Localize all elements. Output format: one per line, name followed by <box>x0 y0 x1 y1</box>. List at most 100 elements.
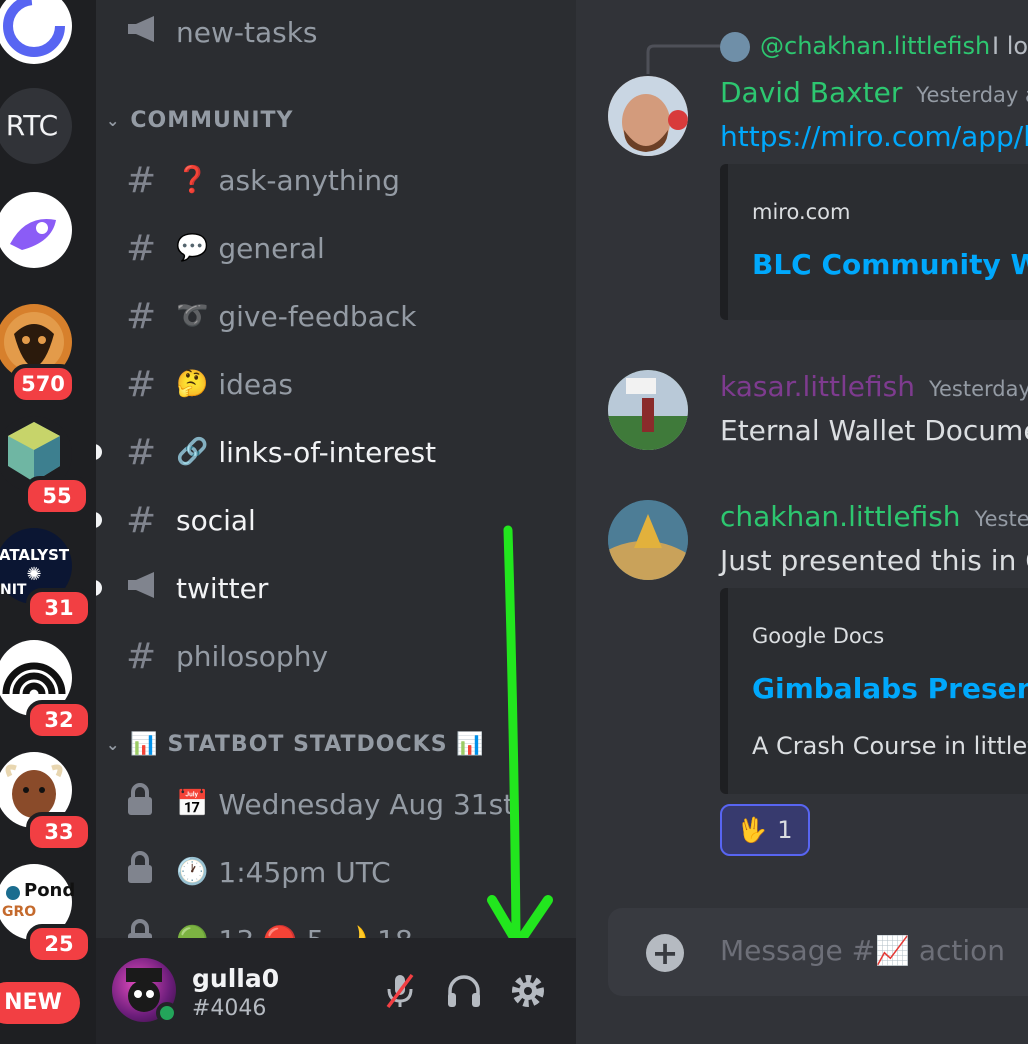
channel-general[interactable]: # 💬 general <box>126 220 325 276</box>
hash-icon: # <box>126 363 157 405</box>
channel-stat-time[interactable]: 🕐 1:45pm UTC <box>126 844 391 900</box>
message-composer[interactable]: + Message #📈 action <box>608 908 1028 996</box>
lock-icon <box>126 782 166 826</box>
channel-name: give-feedback <box>218 299 417 333</box>
message-link[interactable]: https://miro.com/app/b <box>720 120 1028 153</box>
channel-ask-anything[interactable]: # ❓ ask-anything <box>126 152 400 208</box>
category-label: COMMUNITY <box>130 108 294 133</box>
message-text: Just presented this in G <box>720 544 1028 577</box>
avatar[interactable] <box>608 76 688 156</box>
server-rail: RTC 570 55 ATALYST ✺ NIT 31 32 33 Pond G… <box>0 0 96 1044</box>
message-author[interactable]: chakhan.littlefish Yester <box>720 500 1028 533</box>
author-name[interactable]: David Baxter <box>720 76 902 109</box>
channel-name: 1:45pm UTC <box>218 855 391 889</box>
avatar[interactable] <box>608 500 688 580</box>
new-servers-pill[interactable]: NEW <box>0 982 80 1024</box>
server-rainbow-badge: 32 <box>26 700 92 740</box>
channel-name: general <box>218 231 325 265</box>
hash-icon: # <box>126 295 157 337</box>
user-panel: gulla0 #4046 <box>96 938 576 1044</box>
message-author[interactable]: David Baxter Yesterday at <box>720 76 1028 109</box>
chakhan-avatar-icon <box>608 500 688 580</box>
channel-emoji: 🤔 <box>176 369 209 399</box>
channel-social[interactable]: # social <box>126 492 256 548</box>
announcement-icon <box>126 568 166 609</box>
server-pond-label2: GRO <box>2 904 37 920</box>
reply-text: I lo <box>992 32 1028 60</box>
channel-links-of-interest[interactable]: # 🔗 links-of-interest <box>126 424 436 480</box>
hash-icon: # <box>126 635 157 677</box>
unread-indicator <box>96 444 102 460</box>
rocket-icon <box>10 219 56 250</box>
server-catalyst-badge: 31 <box>26 588 92 628</box>
david-avatar-icon <box>608 76 688 156</box>
hash-icon: # <box>126 227 157 269</box>
reply-avatar <box>720 32 750 62</box>
hash-icon: # <box>126 431 157 473</box>
unread-indicator <box>96 580 102 596</box>
channel-name: ideas <box>218 367 293 401</box>
channel-emoji: 🕐 <box>176 857 209 887</box>
discord-app: RTC 570 55 ATALYST ✺ NIT 31 32 33 Pond G… <box>0 0 1028 1044</box>
channel-emoji: 📅 <box>176 789 209 819</box>
mute-microphone-icon[interactable] <box>380 971 420 1011</box>
message-text: Eternal Wallet Docume <box>720 414 1028 447</box>
unread-indicator <box>96 512 102 528</box>
channel-name: Wednesday Aug 31st <box>218 787 515 821</box>
channel-new-tasks[interactable]: new-tasks <box>126 4 318 60</box>
server-pond-label: Pond <box>24 880 76 901</box>
category-community[interactable]: ⌄ COMMUNITY <box>106 108 293 133</box>
kasar-avatar-icon <box>608 370 688 450</box>
message-author[interactable]: kasar.littlefish Yesterday <box>720 370 1028 403</box>
online-status-icon <box>156 1002 178 1024</box>
server-bull-badge: 33 <box>26 812 92 852</box>
channel-name: philosophy <box>176 639 329 673</box>
avatar[interactable] <box>608 370 688 450</box>
server-rtc[interactable]: RTC <box>0 88 72 164</box>
server-c[interactable] <box>0 0 72 64</box>
hash-icon: # <box>126 499 157 541</box>
author-name[interactable]: kasar.littlefish <box>720 370 915 403</box>
lock-icon <box>126 850 166 894</box>
category-statbot[interactable]: ⌄ 📊 STATBOT STATDOCKS 📊 <box>106 732 485 757</box>
reply-mention[interactable]: @chakhan.littlefish <box>760 32 990 60</box>
gear-icon[interactable] <box>508 971 548 1011</box>
reaction-count: 1 <box>777 816 793 844</box>
embed-description: A Crash Course in littlef <box>752 732 1028 760</box>
embed-title[interactable]: BLC Community Wor <box>752 248 1028 281</box>
server-rocket[interactable] <box>0 192 72 268</box>
channel-twitter[interactable]: twitter <box>126 560 268 616</box>
author-name[interactable]: chakhan.littlefish <box>720 500 961 533</box>
announcement-icon <box>126 12 166 53</box>
message-timestamp: Yester <box>974 507 1028 531</box>
channel-give-feedback[interactable]: # ➰ give-feedback <box>126 288 416 344</box>
message-input-placeholder[interactable]: Message #📈 action <box>720 934 1005 967</box>
channel-name: social <box>176 503 256 537</box>
chevron-down-icon: ⌄ <box>106 111 121 130</box>
channel-stat-date[interactable]: 📅 Wednesday Aug 31st <box>126 776 514 832</box>
server-cubes-badge: 55 <box>24 476 90 516</box>
embed-provider: miro.com <box>752 200 851 224</box>
server-lion-badge: 570 <box>10 364 76 404</box>
chat-area: @chakhan.littlefish I lo David Baxter Yes… <box>576 0 1028 1044</box>
category-label: 📊 STATBOT STATDOCKS 📊 <box>130 732 485 757</box>
add-attachment-icon[interactable]: + <box>646 934 684 972</box>
embed-title[interactable]: Gimbalabs Presentat <box>752 672 1028 705</box>
channel-name: ask-anything <box>218 163 400 197</box>
reaction-pill[interactable]: 🖖 1 <box>720 804 810 856</box>
pond-dot-icon <box>6 886 20 900</box>
channel-sidebar: new-tasks ⌄ COMMUNITY # ❓ ask-anything #… <box>96 0 576 1044</box>
channel-emoji: 💬 <box>176 233 209 263</box>
channel-emoji: 🔗 <box>176 437 209 467</box>
embed-provider: Google Docs <box>752 624 885 648</box>
server-c-logo-icon <box>3 0 65 57</box>
server-rtc-label: RTC <box>5 109 59 142</box>
channel-emoji: ➰ <box>176 301 209 331</box>
reply-connector-icon <box>646 44 720 74</box>
username[interactable]: gulla0 <box>192 964 279 993</box>
channel-philosophy[interactable]: # philosophy <box>126 628 328 684</box>
headphones-icon[interactable] <box>444 971 484 1011</box>
channel-ideas[interactable]: # 🤔 ideas <box>126 356 293 412</box>
link-embed: Google Docs Gimbalabs Presentat A Crash … <box>720 588 1028 794</box>
vulcan-salute-icon: 🖖 <box>737 816 768 844</box>
